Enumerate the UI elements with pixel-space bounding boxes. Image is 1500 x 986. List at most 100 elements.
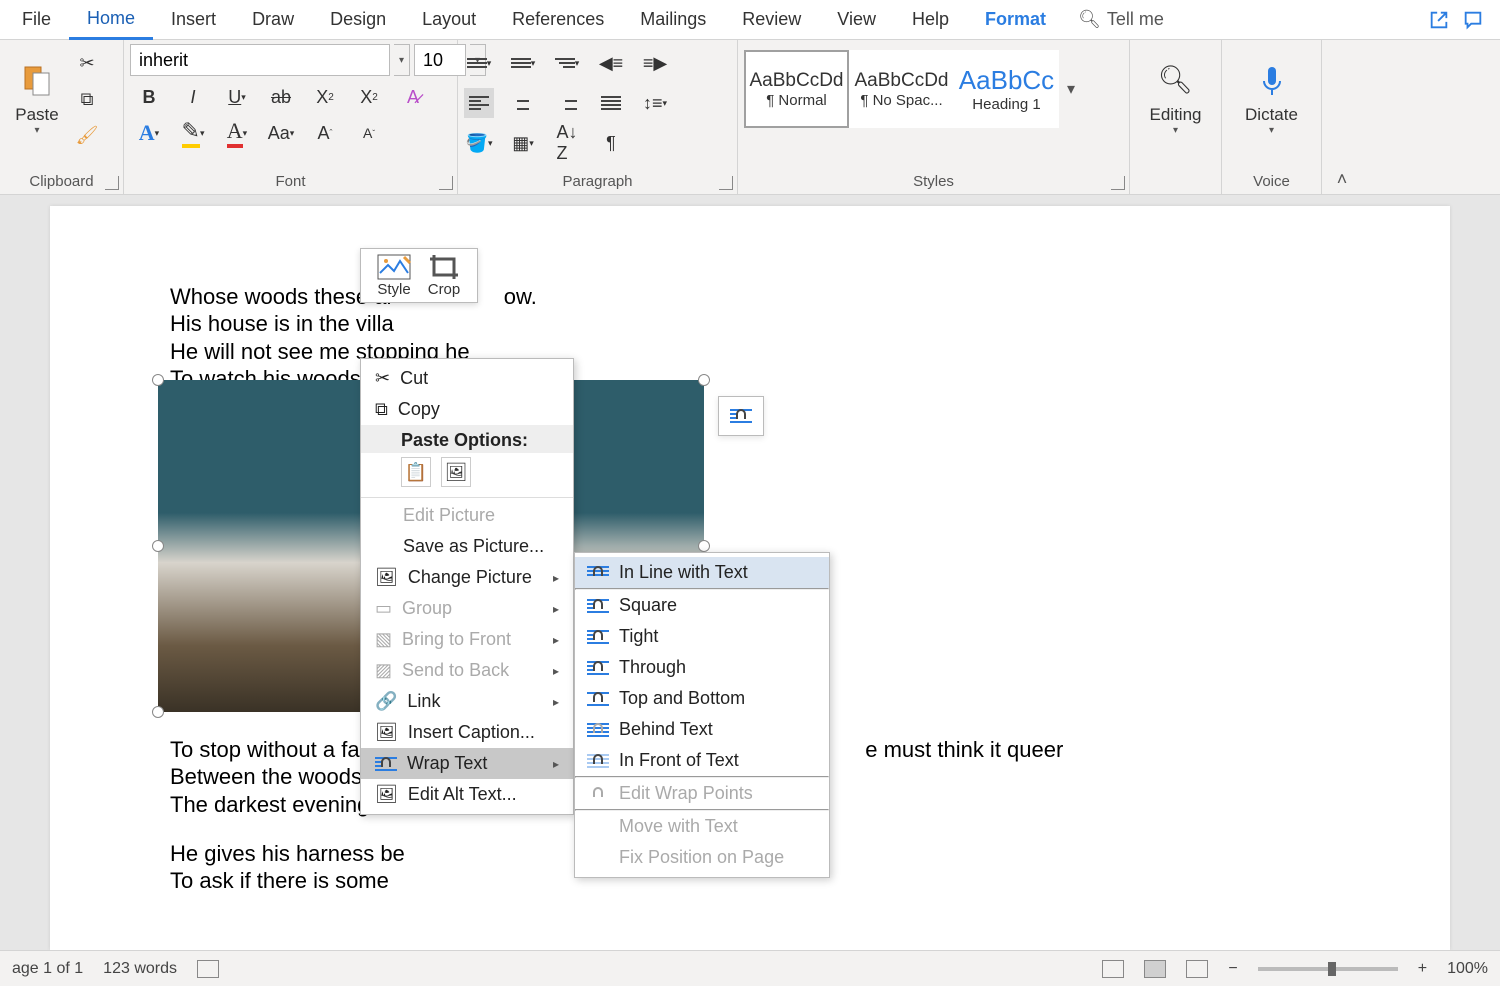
brush-icon: 🖌 bbox=[76, 125, 99, 146]
tab-review[interactable]: Review bbox=[724, 1, 819, 38]
page-indicator[interactable]: age 1 of 1 bbox=[12, 960, 83, 978]
tab-mailings[interactable]: Mailings bbox=[622, 1, 724, 38]
dictate-button[interactable]: Dictate ▾ bbox=[1228, 44, 1315, 154]
align-center-button[interactable] bbox=[508, 88, 538, 118]
highlight-button[interactable]: ✎▾ bbox=[178, 118, 208, 148]
paragraph-launcher[interactable] bbox=[719, 176, 733, 190]
print-layout-button[interactable] bbox=[1144, 960, 1166, 978]
ctx-save-as-picture[interactable]: Save as Picture... bbox=[361, 531, 573, 562]
increase-indent-button[interactable]: ≡▶ bbox=[640, 48, 670, 78]
wrap-top-bottom[interactable]: Top and Bottom bbox=[575, 683, 829, 714]
paste-picture-button[interactable]: 🖼 bbox=[441, 457, 471, 487]
read-mode-button[interactable] bbox=[1102, 960, 1124, 978]
layout-options-button[interactable] bbox=[718, 396, 764, 436]
format-painter-button[interactable]: 🖌 bbox=[72, 120, 102, 150]
decrease-indent-button[interactable]: ◀≡ bbox=[596, 48, 626, 78]
styles-expand-button[interactable]: ▾ bbox=[1059, 50, 1083, 128]
multilevel-button[interactable]: ▾ bbox=[552, 48, 582, 78]
wrap-square[interactable]: Square bbox=[575, 590, 829, 621]
font-color-button[interactable]: A▾ bbox=[222, 118, 252, 148]
wrap-behind[interactable]: Behind Text bbox=[575, 714, 829, 745]
numbering-button[interactable]: ▾ bbox=[508, 48, 538, 78]
tab-file[interactable]: File bbox=[4, 1, 69, 38]
paste-keep-source-button[interactable]: 📋 bbox=[401, 457, 431, 487]
share-icon[interactable] bbox=[1428, 9, 1450, 31]
crop-button[interactable]: Crop bbox=[421, 253, 467, 298]
tab-home[interactable]: Home bbox=[69, 0, 153, 40]
picture-style-button[interactable]: Style bbox=[371, 253, 417, 298]
ctx-cut[interactable]: ✂Cut bbox=[361, 363, 573, 394]
spellcheck-icon[interactable] bbox=[197, 960, 219, 978]
shading-button[interactable]: 🪣▾ bbox=[464, 128, 494, 158]
ribbon-collapse[interactable]: ˄ bbox=[1322, 40, 1362, 194]
ctx-wrap-text[interactable]: Wrap Text▸ bbox=[361, 748, 573, 779]
tab-design[interactable]: Design bbox=[312, 1, 404, 38]
tab-layout[interactable]: Layout bbox=[404, 1, 494, 38]
resize-handle-e[interactable] bbox=[698, 540, 710, 552]
zoom-in-button[interactable]: + bbox=[1418, 960, 1427, 978]
tab-insert[interactable]: Insert bbox=[153, 1, 234, 38]
ctx-link[interactable]: 🔗Link▸ bbox=[361, 686, 573, 717]
editing-group-label bbox=[1136, 171, 1215, 192]
web-layout-button[interactable] bbox=[1186, 960, 1208, 978]
underline-button[interactable]: U▾ bbox=[222, 82, 252, 112]
borders-button[interactable]: ▦▾ bbox=[508, 128, 538, 158]
comments-icon[interactable] bbox=[1462, 9, 1484, 31]
superscript-button[interactable]: X2 bbox=[354, 82, 384, 112]
wrap-through[interactable]: Through bbox=[575, 652, 829, 683]
align-left-button[interactable] bbox=[464, 88, 494, 118]
ctx-change-picture[interactable]: 🖼Change Picture▸ bbox=[361, 562, 573, 593]
text-effects-button[interactable]: A▾ bbox=[134, 118, 164, 148]
shrink-font-button[interactable]: Aˇ bbox=[354, 118, 384, 148]
ctx-copy[interactable]: ⧉Copy bbox=[361, 394, 573, 425]
change-case-button[interactable]: Aa▾ bbox=[266, 118, 296, 148]
clear-format-button[interactable]: A̷ bbox=[398, 82, 428, 112]
tab-view[interactable]: View bbox=[819, 1, 894, 38]
cut-button[interactable]: ✂ bbox=[72, 48, 102, 78]
show-hide-button[interactable]: ¶ bbox=[596, 128, 626, 158]
tell-me-search[interactable]: 🔍︎ Tell me bbox=[1064, 9, 1178, 30]
justify-button[interactable] bbox=[596, 88, 626, 118]
styles-launcher[interactable] bbox=[1111, 176, 1125, 190]
style-nospacing[interactable]: AaBbCcDd ¶ No Spac... bbox=[849, 50, 954, 128]
font-launcher[interactable] bbox=[439, 176, 453, 190]
line-spacing-button[interactable]: ↕≡▾ bbox=[640, 88, 670, 118]
tab-format[interactable]: Format bbox=[967, 1, 1064, 38]
ctx-insert-caption[interactable]: 🖼Insert Caption... bbox=[361, 717, 573, 748]
italic-button[interactable]: I bbox=[178, 82, 208, 112]
clipboard-launcher[interactable] bbox=[105, 176, 119, 190]
bold-button[interactable]: B bbox=[134, 82, 164, 112]
strikethrough-button[interactable]: ab bbox=[266, 82, 296, 112]
subscript-button[interactable]: X2 bbox=[310, 82, 340, 112]
zoom-slider[interactable] bbox=[1258, 967, 1398, 971]
paste-button[interactable]: Paste ▾ bbox=[6, 44, 68, 154]
send-back-icon: ▨ bbox=[375, 660, 392, 681]
tab-help[interactable]: Help bbox=[894, 1, 967, 38]
font-name-combo[interactable]: inherit bbox=[130, 44, 390, 76]
align-right-button[interactable] bbox=[552, 88, 582, 118]
font-name-dropdown[interactable]: ▾ bbox=[394, 44, 410, 76]
zoom-level[interactable]: 100% bbox=[1447, 960, 1488, 978]
wrap-text-icon bbox=[375, 755, 397, 773]
resize-handle-ne[interactable] bbox=[698, 374, 710, 386]
resize-handle-w[interactable] bbox=[152, 540, 164, 552]
wrap-in-front[interactable]: In Front of Text bbox=[575, 745, 829, 776]
wrap-tight[interactable]: Tight bbox=[575, 621, 829, 652]
resize-handle-nw[interactable] bbox=[152, 374, 164, 386]
grow-font-button[interactable]: Aˆ bbox=[310, 118, 340, 148]
style-normal[interactable]: AaBbCcDd ¶ Normal bbox=[744, 50, 849, 128]
tab-references[interactable]: References bbox=[494, 1, 622, 38]
bullets-button[interactable]: ▾ bbox=[464, 48, 494, 78]
ctx-edit-alt-text[interactable]: 🖼Edit Alt Text... bbox=[361, 779, 573, 810]
style-heading1-name: Heading 1 bbox=[972, 96, 1040, 113]
tab-draw[interactable]: Draw bbox=[234, 1, 312, 38]
sort-button[interactable]: A↓Z bbox=[552, 128, 582, 158]
copy-button[interactable]: ⧉ bbox=[72, 84, 102, 114]
style-heading1[interactable]: AaBbCc Heading 1 bbox=[954, 50, 1059, 128]
wrap-inline[interactable]: In Line with Text bbox=[575, 557, 829, 588]
resize-handle-sw[interactable] bbox=[152, 706, 164, 718]
zoom-thumb[interactable] bbox=[1328, 962, 1336, 976]
zoom-out-button[interactable]: − bbox=[1228, 960, 1237, 978]
editing-button[interactable]: 🔍︎ Editing ▾ bbox=[1136, 44, 1215, 154]
word-count[interactable]: 123 words bbox=[103, 960, 177, 978]
